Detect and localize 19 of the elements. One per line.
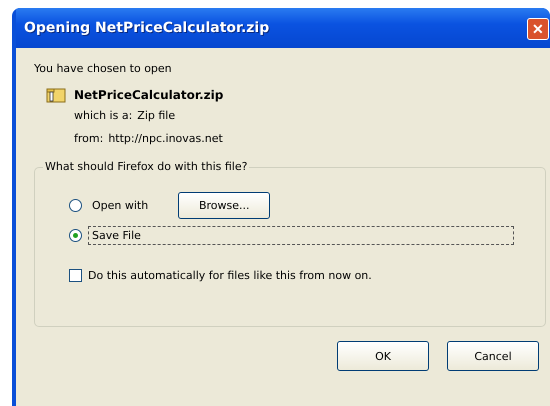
radio-label[interactable]: Open with: [88, 196, 152, 214]
close-button[interactable]: ✕: [527, 18, 549, 40]
radio-button[interactable]: [69, 228, 82, 242]
group-legend: What should Firefox do with this file?: [43, 160, 250, 173]
checkbox-label[interactable]: Do this automatically for files like this from now on.: [88, 268, 372, 282]
source-label: from:: [74, 132, 104, 145]
browse-button[interactable]: Browse...: [178, 192, 270, 218]
intro-text: You have chosen to open: [34, 62, 173, 75]
type-label: which is a:: [74, 109, 132, 122]
ok-button[interactable]: OK: [337, 341, 429, 371]
checkbox[interactable]: [69, 268, 82, 282]
cancel-button[interactable]: Cancel: [447, 341, 539, 371]
zip-file-icon: [46, 87, 66, 103]
file-name: NetPriceCalculator.zip: [74, 88, 224, 102]
source-url: http://npc.inovas.net: [108, 132, 223, 145]
radio-label[interactable]: Save File: [88, 226, 514, 244]
window-title: Opening NetPriceCalculator.zip: [24, 20, 270, 36]
radio-button[interactable]: [69, 198, 82, 212]
file-type: Zip file: [137, 109, 176, 122]
